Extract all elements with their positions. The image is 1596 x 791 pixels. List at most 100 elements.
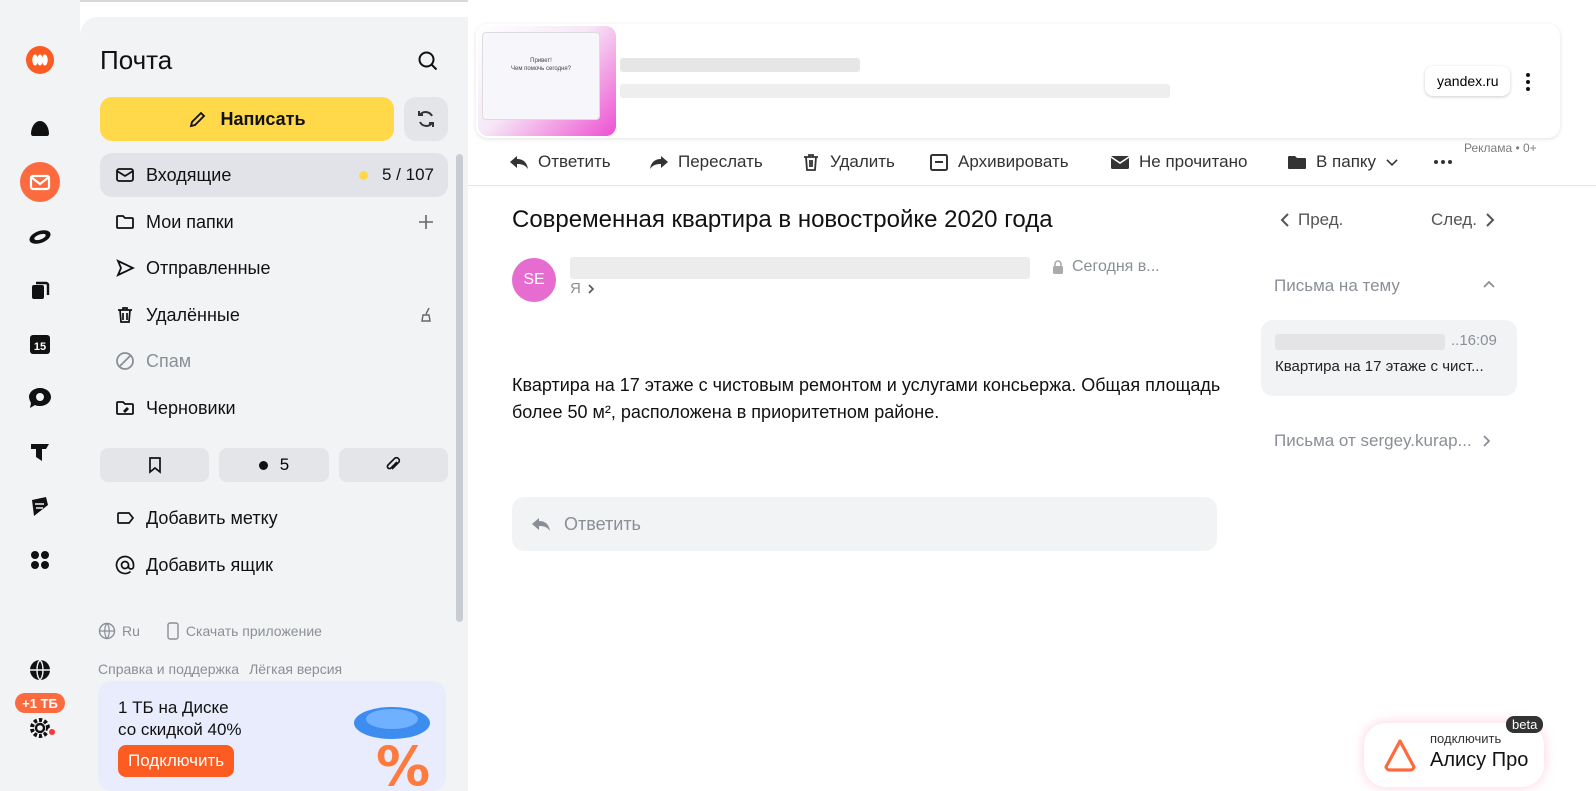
pencil-icon [190,111,206,128]
message-subject: Современная квартира в новостройке 2020 … [512,206,1053,233]
settings-notification-dot [47,727,57,737]
beta-badge: beta [1506,716,1544,733]
promo-connect-button[interactable]: Подключить [118,745,235,777]
language-switch[interactable]: Ru [122,623,140,639]
folder-label: Черновики [146,397,236,418]
forward-button[interactable]: Переслать [648,140,763,184]
refresh-button[interactable] [404,97,448,141]
send-icon [114,257,136,279]
compose-button[interactable]: Написать [100,97,394,141]
notes-icon[interactable] [20,486,60,526]
sidebar-scrollbar[interactable] [456,154,463,622]
prev-message-button[interactable]: Пред. [1280,210,1343,230]
lock-icon [1053,260,1063,274]
messages-from-sender-link[interactable]: Письма от sergey.kurap... [1274,431,1490,451]
ad-thumbnail-screen: Привет! Чем помочь сегодня? [482,32,600,120]
download-app-link[interactable]: Скачать приложение [186,623,322,639]
unread-filter-button[interactable]: 5 [219,448,329,482]
folder-icon [114,211,136,233]
add-label-button[interactable]: Добавить метку [100,496,448,540]
mark-unread-button[interactable]: Не прочитано [1109,140,1247,184]
folder-icon [1288,156,1306,169]
quick-reply-box[interactable]: Ответить [512,497,1217,551]
sender-name-redacted[interactable] [570,257,1030,279]
attachment-filter-button[interactable] [338,448,448,482]
sender-avatar[interactable]: SE [512,258,556,302]
thread-item[interactable]: ..16:09 Квартира на 17 этаже с чист... [1261,320,1517,396]
folder-label: Отправленные [146,257,271,278]
service-rail: 15 +1 ТБ [0,0,80,791]
folder-my-folders[interactable]: Мои папки [100,200,448,244]
bookmark-filter-button[interactable] [100,448,210,482]
folder-spam[interactable]: Спам [100,339,448,383]
reply-button[interactable]: Ответить [508,140,611,184]
chevron-right-icon [1486,213,1495,227]
add-mailbox-button[interactable]: Добавить ящик [100,543,448,587]
compose-label: Написать [220,108,306,129]
chevron-left-icon [1280,213,1289,227]
more-icon [1434,160,1452,164]
ad-more-icon[interactable] [1518,70,1538,94]
mark-unread-label: Не прочитано [1139,152,1248,171]
mail-app: { "sidebar": { "title": "Почта", "compos… [0,0,1596,791]
archive-button[interactable]: Архивировать [928,140,1069,184]
messenger-icon[interactable] [20,216,60,256]
chevron-up-icon[interactable] [1482,279,1496,289]
all-services-icon[interactable] [20,540,60,580]
search-icon[interactable] [414,47,442,75]
thread-heading[interactable]: Письма на тему [1274,276,1400,296]
more-actions-button[interactable] [1432,140,1454,184]
folder-sent[interactable]: Отправленные [100,246,448,290]
folder-inbox[interactable]: Входящие 5 / 107 [100,153,448,197]
calendar-icon[interactable]: 15 [20,324,60,364]
forward-label: Переслать [678,152,763,171]
move-to-folder-label: В папку [1316,152,1377,171]
folder-drafts[interactable]: Черновики [100,386,448,430]
disk-promo-card[interactable]: 1 ТБ на Диске со скидкой 40% Подключить … [98,681,446,791]
phone-icon [167,622,179,640]
thread-item-snippet: Квартира на 17 этаже с чист... [1275,358,1484,375]
chevron-down-icon [1386,159,1398,167]
folder-label: Мои папки [146,211,234,232]
disk-icon[interactable] [20,270,60,310]
date-text: Сегодня в... [1072,258,1160,275]
add-label-text: Добавить метку [146,507,278,528]
chat-icon[interactable] [20,378,60,418]
add-mailbox-text: Добавить ящик [146,554,274,575]
alice-subtitle: подключить [1430,731,1502,746]
message-toolbar: Ответить Переслать Удалить Архивировать … [468,140,1596,186]
folder-label: Удалённые [146,304,240,325]
help-link[interactable]: Справка и поддержка [98,661,239,677]
delete-button[interactable]: Удалить [800,140,895,184]
quick-reply-placeholder: Ответить [564,513,641,534]
inbox-icon [114,164,136,186]
next-message-button[interactable]: След. [1431,210,1495,230]
message-view: Привет! Чем помочь сегодня? yandex.ru Ре… [468,0,1596,791]
cloud-icon[interactable] [20,108,60,148]
clear-trash-icon[interactable] [418,307,434,323]
lite-version-link[interactable]: Лёгкая версия [249,661,342,677]
calendar-day: 15 [34,341,46,353]
move-to-folder-button[interactable]: В папку [1286,140,1400,184]
filter-chips: 5 [100,448,448,482]
app-title: Почта [100,45,173,75]
refresh-icon [418,111,434,127]
telemost-icon[interactable] [20,432,60,472]
add-folder-icon[interactable] [418,214,434,230]
ad-domain-button[interactable]: yandex.ru [1425,66,1511,96]
chevron-right-icon [1483,435,1490,447]
disk-promo-icon[interactable] [20,652,60,688]
unread-dot-icon [258,460,268,470]
globe-icon [98,622,116,640]
ad-banner[interactable]: Привет! Чем помочь сегодня? yandex.ru Ре… [476,24,1560,155]
mail-icon[interactable] [20,162,60,202]
recipient-line[interactable]: Я [570,280,595,297]
ad-thumb-line-1: Привет! [530,58,552,64]
promo-line-1: 1 ТБ на Диске [118,698,229,717]
yandex-logo-icon[interactable] [20,40,60,80]
folder-trash[interactable]: Удалённые [100,293,448,337]
folder-label: Спам [146,350,192,371]
inbox-count: 5 / 107 [382,165,434,184]
archive-label: Архивировать [958,152,1069,171]
next-label: След. [1431,210,1477,229]
